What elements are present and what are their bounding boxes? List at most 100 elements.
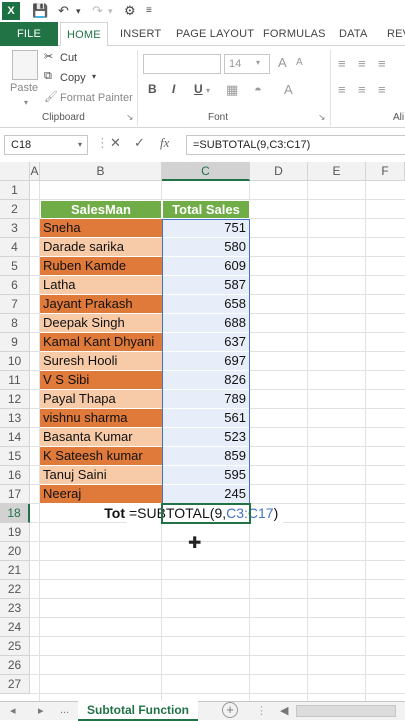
- row-header[interactable]: 21: [0, 561, 30, 580]
- font-launcher-icon[interactable]: ↘: [318, 112, 326, 123]
- salesman-cell[interactable]: Sneha: [40, 219, 162, 238]
- shrink-font-icon[interactable]: A: [296, 57, 303, 68]
- worksheet-grid[interactable]: A B C D E F 1 2 3 4 5 6 7 8 9 10 11 12 13 14 15 16 17 18 1…: [0, 162, 405, 701]
- row-header[interactable]: 18: [0, 504, 30, 523]
- sheet-tab-subtotal-function[interactable]: Subtotal Function: [78, 701, 198, 721]
- hscroll-left-icon[interactable]: ◀: [280, 704, 288, 717]
- select-all-corner[interactable]: [0, 162, 30, 181]
- row-header[interactable]: 9: [0, 333, 30, 352]
- tab-data[interactable]: DATA: [339, 22, 368, 46]
- enter-icon[interactable]: ✓: [134, 135, 145, 151]
- salesman-cell[interactable]: Tanuj Saini: [40, 466, 162, 485]
- customize-toolbar-icon[interactable]: ≡: [146, 5, 152, 16]
- undo-dropdown-icon[interactable]: ▾: [76, 6, 81, 17]
- row-header[interactable]: 15: [0, 447, 30, 466]
- column-header-e[interactable]: E: [308, 162, 366, 181]
- font-size-combo[interactable]: 14: [224, 54, 270, 74]
- add-sheet-icon[interactable]: +: [222, 702, 238, 718]
- tab-page-layout[interactable]: PAGE LAYOUT: [176, 22, 254, 46]
- redo-icon[interactable]: ↷: [92, 3, 103, 19]
- scroll-tabs-right-icon[interactable]: ▸: [38, 704, 44, 717]
- column-header-a[interactable]: A: [30, 162, 40, 181]
- row-header[interactable]: 25: [0, 637, 30, 656]
- tab-file[interactable]: FILE: [0, 22, 58, 46]
- salesman-cell[interactable]: Darade sarika: [40, 238, 162, 257]
- row-header[interactable]: 11: [0, 371, 30, 390]
- tab-formulas[interactable]: FORMULAS: [263, 22, 326, 46]
- row-header[interactable]: 23: [0, 599, 30, 618]
- bottom-align-icon[interactable]: ≡: [378, 56, 386, 71]
- salesman-cell[interactable]: Suresh Hooli: [40, 352, 162, 371]
- more-sheets-icon[interactable]: ...: [60, 704, 69, 716]
- horizontal-scrollbar[interactable]: [296, 705, 396, 717]
- fill-color-icon[interactable]: ◓: [254, 82, 262, 97]
- column-header-f[interactable]: F: [366, 162, 405, 181]
- column-header-d[interactable]: D: [250, 162, 308, 181]
- tab-review[interactable]: REV: [387, 22, 405, 46]
- salesman-cell[interactable]: Latha: [40, 276, 162, 295]
- format-painter-button[interactable]: Format Painter: [60, 92, 133, 104]
- row-header[interactable]: 22: [0, 580, 30, 599]
- cut-button[interactable]: Cut: [60, 52, 77, 64]
- tab-bar-splitter[interactable]: ⋮: [256, 704, 267, 717]
- row-header[interactable]: 5: [0, 257, 30, 276]
- column-header-c[interactable]: C: [162, 162, 250, 181]
- header-cell-salesman[interactable]: SalesMan: [40, 200, 162, 219]
- salesman-cell[interactable]: Ruben Kamde: [40, 257, 162, 276]
- font-size-dropdown-icon[interactable]: ▾: [256, 58, 260, 67]
- insert-function-icon[interactable]: fx: [160, 135, 169, 151]
- row-header[interactable]: 7: [0, 295, 30, 314]
- row-header[interactable]: 27: [0, 675, 30, 694]
- header-cell-total-sales[interactable]: Total Sales: [162, 200, 250, 219]
- formula-input[interactable]: =SUBTOTAL(9,C3:C17): [186, 135, 405, 155]
- row-header[interactable]: 16: [0, 466, 30, 485]
- paste-button[interactable]: Paste: [10, 82, 38, 94]
- underline-dropdown-icon[interactable]: ▾: [206, 86, 210, 95]
- row-header[interactable]: 4: [0, 238, 30, 257]
- scroll-tabs-left-icon[interactable]: ◂: [10, 704, 16, 717]
- redo-dropdown-icon[interactable]: ▾: [108, 6, 113, 17]
- middle-align-icon[interactable]: ≡: [358, 56, 366, 71]
- salesman-cell[interactable]: Basanta Kumar: [40, 428, 162, 447]
- row-header[interactable]: 14: [0, 428, 30, 447]
- row-header[interactable]: 19: [0, 523, 30, 542]
- undo-icon[interactable]: ↶: [58, 3, 69, 19]
- salesman-cell[interactable]: Neeraj: [40, 485, 162, 504]
- underline-button[interactable]: U: [194, 82, 203, 96]
- copy-button[interactable]: Copy: [60, 72, 86, 84]
- row-header[interactable]: 12: [0, 390, 30, 409]
- borders-icon[interactable]: ▦: [226, 82, 238, 98]
- row-header[interactable]: 24: [0, 618, 30, 637]
- clipboard-launcher-icon[interactable]: ↘: [126, 112, 134, 123]
- name-box[interactable]: C18: [4, 135, 88, 155]
- copy-dropdown-icon[interactable]: ▾: [92, 72, 96, 81]
- name-box-dropdown-icon[interactable]: ▾: [78, 140, 82, 149]
- cut-icon[interactable]: ✂: [44, 50, 53, 63]
- tab-home[interactable]: HOME: [60, 22, 108, 47]
- align-right-icon[interactable]: ≡: [378, 82, 386, 97]
- tab-insert[interactable]: INSERT: [120, 22, 161, 46]
- salesman-cell[interactable]: Kamal Kant Dhyani: [40, 333, 162, 352]
- grow-font-icon[interactable]: A: [278, 55, 287, 70]
- salesman-cell[interactable]: K Sateesh kumar: [40, 447, 162, 466]
- row-header[interactable]: 26: [0, 656, 30, 675]
- salesman-cell[interactable]: Deepak Singh: [40, 314, 162, 333]
- paste-icon[interactable]: [12, 50, 38, 80]
- row-header[interactable]: 3: [0, 219, 30, 238]
- cancel-icon[interactable]: ✕: [110, 135, 121, 151]
- salesman-cell[interactable]: Jayant Prakash: [40, 295, 162, 314]
- salesman-cell[interactable]: vishnu sharma: [40, 409, 162, 428]
- italic-button[interactable]: I: [172, 82, 175, 96]
- copy-icon[interactable]: ⧉: [44, 70, 52, 83]
- row-header[interactable]: 6: [0, 276, 30, 295]
- align-center-icon[interactable]: ≡: [358, 82, 366, 97]
- font-color-icon[interactable]: A: [284, 82, 293, 97]
- font-name-combo[interactable]: [143, 54, 221, 74]
- align-left-icon[interactable]: ≡: [338, 82, 346, 97]
- row-header[interactable]: 17: [0, 485, 30, 504]
- cell-area[interactable]: SalesMan Total Sales Sneha 751 Darade sari…: [30, 181, 405, 701]
- row-header[interactable]: 13: [0, 409, 30, 428]
- salesman-cell[interactable]: Payal Thapa: [40, 390, 162, 409]
- top-align-icon[interactable]: ≡: [338, 56, 346, 71]
- save-icon[interactable]: 💾: [32, 3, 48, 19]
